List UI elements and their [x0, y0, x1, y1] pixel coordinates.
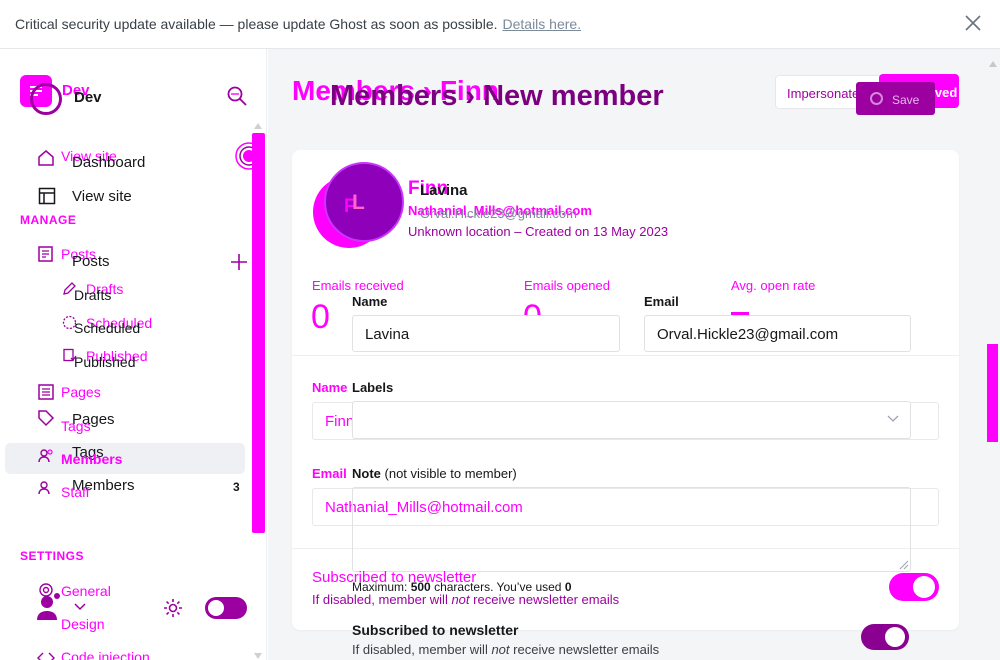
- emails-opened-label: Emails opened: [524, 278, 610, 293]
- sidebar: Dev Dev View site Dashboard View site MA…: [0, 49, 267, 660]
- email-input[interactable]: Orval.Hickle23@gmail.com: [644, 315, 911, 352]
- ghost-nav-members: Members: [61, 451, 123, 467]
- member-email: Orval.Hickle23@gmail.com: [420, 206, 577, 221]
- ghost-desc-before: If disabled, member will: [312, 592, 448, 607]
- ghost-newsletter-desc: If disabled, member will not receive new…: [312, 592, 619, 607]
- update-banner: Critical security update available — ple…: [0, 0, 1000, 49]
- home-icon: [38, 150, 54, 166]
- sidebar-item-dashboard[interactable]: Dashboard: [72, 154, 145, 171]
- page-title: Members › New member: [330, 80, 664, 112]
- newsletter-desc: If disabled, member will not receive new…: [352, 642, 659, 657]
- dark-mode-toggle[interactable]: [205, 597, 247, 619]
- labels-select[interactable]: [352, 401, 911, 439]
- scroll-down-icon[interactable]: [254, 653, 262, 659]
- ghost-newsletter-toggle: [889, 573, 939, 601]
- divider: [292, 355, 959, 356]
- toggle-knob: [913, 576, 935, 598]
- gear-icon[interactable]: [162, 597, 184, 619]
- email-label: Email: [644, 294, 679, 309]
- add-post-icon[interactable]: [229, 252, 249, 272]
- banner-message: Critical security update available — ple…: [15, 16, 498, 32]
- site-name[interactable]: Dev: [74, 89, 102, 106]
- toggle-knob: [208, 600, 224, 616]
- avatar-initial: L: [352, 191, 365, 214]
- tag-icon: [38, 410, 55, 427]
- ghost-nav-design: Design: [61, 616, 105, 632]
- sidebar-scrollbar[interactable]: [252, 123, 265, 659]
- newsletter-title: Subscribed to newsletter: [352, 622, 519, 638]
- ghost-nav-tags: Tags: [61, 418, 91, 434]
- ghost-name-label: Name: [312, 380, 348, 395]
- ghost-email-label: Email: [312, 466, 347, 481]
- brand-ring-icon: [30, 83, 62, 115]
- sidebar-item-posts[interactable]: Posts: [72, 253, 110, 270]
- posts-icon: [38, 246, 53, 262]
- scroll-up-icon[interactable]: [254, 123, 262, 129]
- sidebar-item-drafts[interactable]: Drafts: [74, 287, 111, 303]
- name-input[interactable]: Lavina: [352, 315, 620, 352]
- code-icon: [37, 652, 55, 660]
- resize-handle-icon[interactable]: [899, 560, 909, 570]
- staff-icon: [38, 481, 50, 495]
- sidebar-item-view-site[interactable]: View site: [72, 188, 132, 205]
- note-label-text: Note: [352, 466, 381, 481]
- emails-received-label: Emails received: [312, 278, 404, 293]
- chevron-down-icon[interactable]: [886, 414, 900, 424]
- desc-em: not: [491, 642, 510, 657]
- note-hint: (not visible to member): [384, 466, 517, 481]
- section-manage: MANAGE: [20, 213, 77, 227]
- ghost-nav-code-injection: Code injection: [61, 649, 150, 660]
- newsletter-toggle[interactable]: [861, 624, 909, 650]
- scrollbar-thumb[interactable]: [252, 133, 265, 533]
- desc-before: If disabled, member will: [352, 642, 488, 657]
- member-meta: Unknown location – Created on 13 May 202…: [408, 224, 669, 239]
- scrollbar-thumb[interactable]: [987, 344, 998, 442]
- members-count-badge: 3: [233, 480, 240, 494]
- sidebar-item-published[interactable]: Published: [74, 354, 136, 370]
- emails-received-value: 0: [311, 298, 330, 336]
- ghost-nav-pages: Pages: [61, 384, 101, 400]
- members-icon: [38, 449, 53, 463]
- open-rate-label: Avg. open rate: [731, 278, 816, 293]
- layout-icon: [38, 187, 56, 205]
- note-textarea[interactable]: [352, 487, 911, 572]
- banner-details-link[interactable]: Details here.: [503, 16, 582, 32]
- name-label: Name: [352, 294, 388, 309]
- spinner-icon: [870, 92, 883, 105]
- close-icon[interactable]: [964, 14, 982, 32]
- ghost-desc-after: receive newsletter emails: [473, 592, 620, 607]
- ghost-nav-staff: Staff: [61, 484, 90, 500]
- main-scrollbar[interactable]: [985, 55, 998, 660]
- ghost-desc-em: not: [451, 592, 470, 607]
- member-name: Lavina: [420, 182, 468, 199]
- section-settings: SETTINGS: [20, 549, 85, 563]
- user-avatar-icon[interactable]: [36, 593, 62, 623]
- desc-after: receive newsletter emails: [513, 642, 660, 657]
- chevron-down-icon[interactable]: [73, 602, 87, 612]
- save-label: Save: [892, 93, 920, 107]
- search-icon[interactable]: [226, 85, 248, 107]
- labels-label: Labels: [352, 380, 394, 395]
- scroll-up-icon[interactable]: [989, 61, 997, 67]
- save-button[interactable]: Save: [856, 82, 935, 115]
- note-label: Note (not visible to member): [352, 466, 517, 481]
- toggle-knob: [885, 627, 905, 647]
- sidebar-item-scheduled[interactable]: Scheduled: [74, 320, 140, 336]
- pages-icon: [38, 384, 54, 400]
- ghost-nav-general: General: [61, 583, 111, 599]
